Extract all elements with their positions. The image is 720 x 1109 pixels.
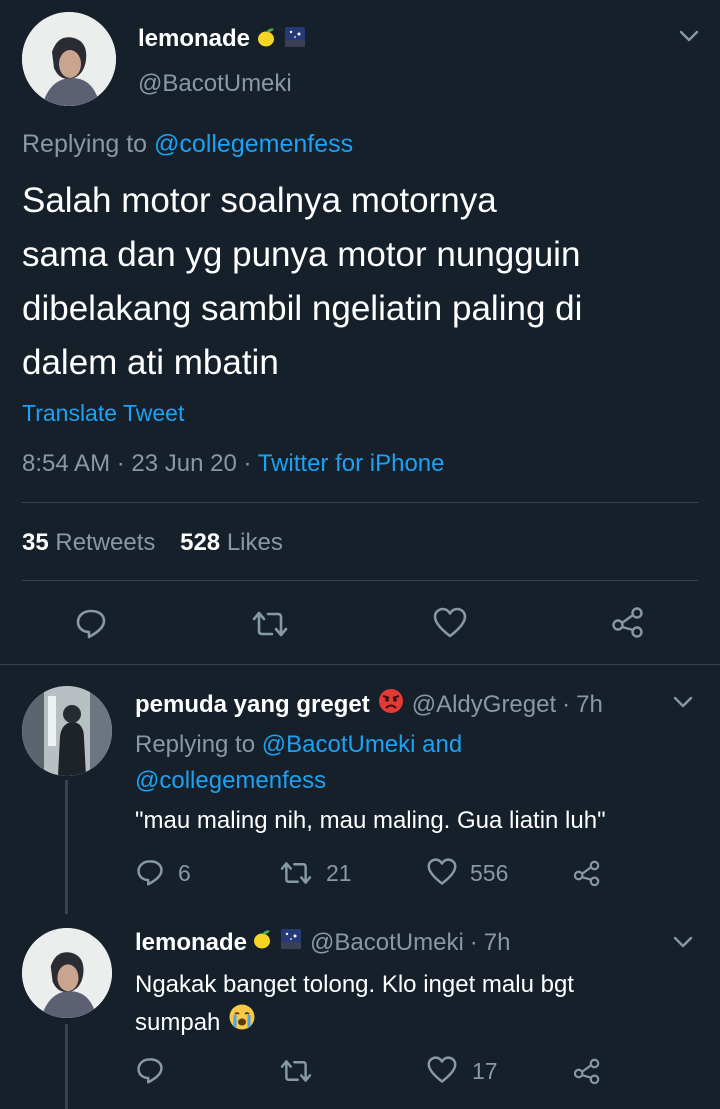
angry-face-emoji-icon (378, 688, 404, 721)
share-icon[interactable] (610, 605, 646, 639)
thread-line (65, 1024, 68, 1109)
night-sky-emoji-icon (280, 928, 302, 957)
tweet-text-line: sama dan yg punya motor nungguin (22, 235, 581, 274)
retweet-icon[interactable] (250, 608, 290, 640)
reply-text: "mau maling nih, mau maling. Gua liatin … (135, 807, 606, 834)
share-icon[interactable] (572, 858, 602, 888)
reply-icon[interactable] (74, 606, 108, 640)
retweets-label: Retweets (55, 529, 156, 556)
reply-text-line: Ngakak banget tolong. Klo inget malu bgt (135, 971, 574, 998)
meta-separator: · (116, 450, 125, 477)
retweet-icon[interactable] (278, 859, 314, 887)
reply-header: lemonade @BacotUmeki · 7h (135, 928, 510, 957)
meta-separator: · (562, 690, 571, 718)
tweet-text-line: dibelakang sambil ngeliatin paling di (22, 289, 583, 328)
reply-author-handle[interactable]: @BacotUmeki (310, 929, 464, 957)
likes-stat[interactable]: 528 Likes (180, 529, 283, 556)
tweet-date[interactable]: 23 Jun 20 (131, 450, 236, 477)
author-name-row: lemonade (138, 24, 306, 54)
replying-to-mention[interactable]: @collegemenfess (154, 130, 353, 158)
retweet-icon[interactable] (278, 1057, 314, 1085)
tweet-text-line: Salah motor soalnya motornya (22, 181, 497, 220)
author-handle[interactable]: @BacotUmeki (138, 70, 292, 98)
reply-text-line-2: sumpah (135, 1003, 574, 1042)
divider (22, 502, 698, 503)
replying-to-line: Replying to @collegemenfess (22, 130, 353, 159)
share-icon[interactable] (572, 1056, 602, 1086)
chevron-down-icon[interactable] (672, 694, 694, 710)
divider (0, 664, 720, 665)
author-name[interactable]: lemonade (138, 25, 250, 53)
like-count: 556 (470, 860, 509, 886)
tweet-text-line: dalem ati mbatin (22, 343, 279, 382)
heart-icon[interactable] (426, 1055, 458, 1085)
meta-separator: · (469, 928, 478, 956)
reply-text: Ngakak banget tolong. Klo inget malu bgt… (135, 966, 574, 1042)
reply-author-name[interactable]: pemuda yang greget (135, 691, 370, 719)
chevron-down-icon[interactable] (672, 934, 694, 950)
avatar[interactable] (22, 12, 116, 106)
replying-to-mention[interactable]: @BacotUmeki (262, 731, 416, 758)
reply-icon[interactable] (135, 1055, 165, 1085)
engagement-stats: 35 Retweets 528 Likes (22, 529, 283, 557)
crying-face-emoji-icon (228, 1003, 256, 1042)
lemon-emoji-icon (256, 26, 276, 53)
retweets-count: 35 (22, 529, 49, 556)
retweets-stat[interactable]: 35 Retweets (22, 529, 162, 556)
heart-icon[interactable] (432, 606, 468, 640)
tweet-source[interactable]: Twitter for iPhone (258, 450, 445, 477)
tweet-time[interactable]: 8:54 AM (22, 450, 110, 477)
reply-author-handle[interactable]: @AldyGreget (412, 691, 556, 719)
tweet-meta: 8:54 AM · 23 Jun 20 · Twitter for iPhone (22, 450, 444, 478)
replying-to-label: Replying to (22, 130, 148, 158)
reply-time[interactable]: 7h (576, 691, 603, 719)
night-sky-emoji-icon (284, 26, 306, 53)
replying-to-and: and (422, 731, 463, 758)
tweet-text: Salah motor soalnya motornya sama dan yg… (22, 174, 712, 390)
heart-icon[interactable] (426, 857, 458, 887)
replying-to-line: Replying to @BacotUmeki and @collegemenf… (135, 727, 695, 799)
replying-to-mention[interactable]: @collegemenfess (135, 767, 326, 794)
reply-count: 6 (178, 860, 191, 886)
like-count: 17 (472, 1058, 498, 1084)
chevron-down-icon[interactable] (678, 28, 700, 44)
lemon-emoji-icon (252, 928, 272, 957)
avatar[interactable] (22, 928, 112, 1018)
thread-line (65, 780, 68, 914)
reply-time[interactable]: 7h (484, 929, 511, 957)
retweet-count: 21 (326, 860, 352, 886)
reply-header: pemuda yang greget @AldyGreget · 7h (135, 688, 603, 721)
avatar[interactable] (22, 686, 112, 776)
reply-text-line: sumpah (135, 1009, 221, 1036)
likes-count: 528 (180, 529, 221, 556)
replying-to-label: Replying to (135, 731, 256, 758)
likes-label: Likes (226, 529, 283, 556)
translate-tweet-link[interactable]: Translate Tweet (22, 400, 184, 427)
reply-author-name[interactable]: lemonade (135, 929, 247, 957)
meta-separator: · (243, 450, 252, 477)
divider (22, 580, 698, 581)
reply-icon[interactable] (135, 857, 165, 887)
